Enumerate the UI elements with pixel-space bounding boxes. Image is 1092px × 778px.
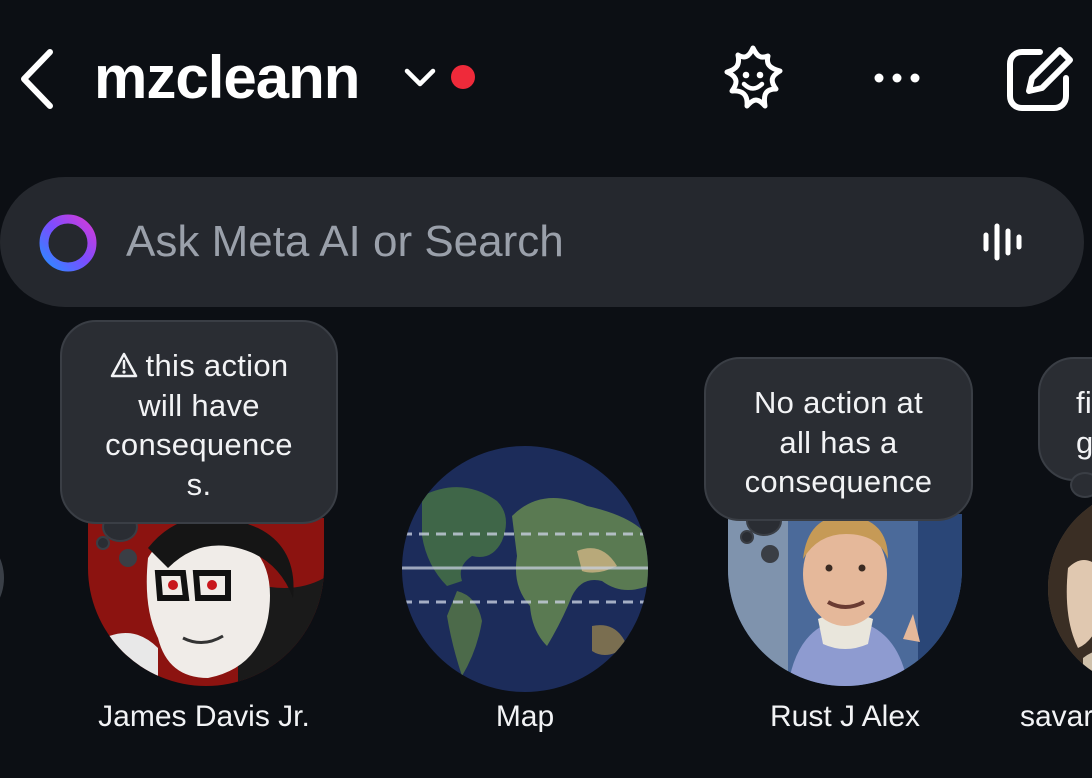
- messages-screen: mzcleann Ask Meta AI or Search James Dav…: [0, 0, 1092, 778]
- voice-waveform-icon: [983, 223, 1022, 261]
- more-horizontal-icon: [874, 73, 920, 83]
- note-line: will have: [138, 387, 260, 423]
- note-line: all has a: [779, 424, 898, 460]
- avatar-james-davis[interactable]: [88, 518, 324, 686]
- back-button[interactable]: [14, 44, 66, 114]
- account-title[interactable]: mzcleann: [94, 38, 360, 118]
- meta-ai-ring-icon[interactable]: [36, 211, 100, 275]
- note-line: s.: [186, 466, 212, 502]
- note-name-rust-j-alex[interactable]: Rust J Alex: [735, 700, 955, 734]
- activity-status-dot: [451, 65, 475, 89]
- note-name-map[interactable]: Map: [425, 700, 625, 734]
- map-globe[interactable]: [402, 446, 648, 692]
- chevron-left-icon: [21, 49, 53, 109]
- search-input[interactable]: [126, 207, 946, 277]
- ai-assistant-button[interactable]: [716, 42, 790, 116]
- partial-avatar-left[interactable]: [0, 540, 4, 616]
- compose-icon: [1007, 47, 1073, 111]
- avatar-rust-j-alex[interactable]: [728, 514, 962, 686]
- note-name-savar[interactable]: savar: [1020, 700, 1092, 734]
- note-bubble-tail-dot: [96, 536, 110, 550]
- note-line: ga: [1076, 424, 1092, 460]
- warning-triangle-icon: [110, 352, 137, 378]
- note-bubble-savar[interactable]: fi ga: [1038, 357, 1092, 481]
- note-bubble-james-davis[interactable]: this action will have consequence s.: [60, 320, 338, 524]
- note-line: fi: [1076, 385, 1092, 420]
- note-line: consequence: [105, 427, 293, 462]
- smiley-sparkle-icon: [724, 45, 783, 109]
- avatar-savar[interactable]: [1048, 488, 1092, 688]
- note-name-james-davis[interactable]: James Davis Jr.: [66, 700, 342, 734]
- note-line: this action: [62, 346, 336, 386]
- note-bubble-tail-dot: [740, 530, 754, 544]
- more-options-button[interactable]: [866, 58, 928, 98]
- note-bubble-tail: [1070, 472, 1092, 498]
- voice-search-button[interactable]: [978, 217, 1028, 267]
- note-line: consequence: [744, 464, 933, 499]
- search-bar[interactable]: [0, 177, 1084, 307]
- account-switch-button[interactable]: [402, 62, 438, 94]
- note-bubble-rust-j-alex[interactable]: No action at all has a consequence: [704, 357, 973, 521]
- chevron-down-icon: [404, 68, 436, 87]
- new-message-button[interactable]: [1002, 44, 1078, 114]
- note-line: No action at: [753, 385, 924, 420]
